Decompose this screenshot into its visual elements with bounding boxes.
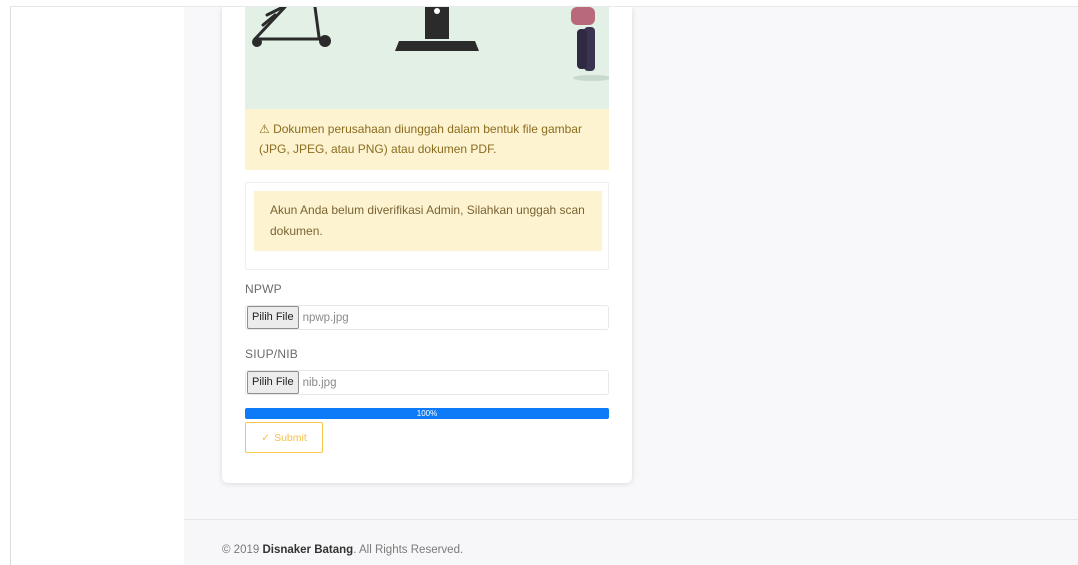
- upload-progress-bar: 100%: [245, 408, 609, 419]
- document-upload-illustration: [245, 7, 609, 109]
- upload-progress: 100%: [245, 408, 609, 419]
- siup-file-input[interactable]: Pilih File nib.jpg: [245, 370, 609, 395]
- npwp-choose-file-button[interactable]: Pilih File: [247, 306, 299, 329]
- verification-alert: Akun Anda belum diverifikasi Admin, Sila…: [254, 191, 602, 251]
- main-content: ⚠ Dokumen perusahaan diunggah dalam bent…: [184, 7, 1078, 565]
- siup-label: SIUP/NIB: [245, 347, 298, 361]
- submit-button[interactable]: ✓ Submit: [245, 422, 323, 453]
- upload-card: ⚠ Dokumen perusahaan diunggah dalam bent…: [222, 7, 632, 483]
- footer-company: Disnaker Batang: [262, 544, 354, 556]
- verification-text: Akun Anda belum diverifikasi Admin, Sila…: [270, 203, 585, 238]
- verification-alert-container: Akun Anda belum diverifikasi Admin, Sila…: [245, 182, 609, 270]
- footer: © 2019 Disnaker Batang. All Rights Reser…: [184, 519, 1078, 565]
- npwp-label: NPWP: [245, 282, 282, 296]
- siup-filename: nib.jpg: [302, 376, 337, 389]
- footer-prefix: © 2019: [222, 544, 263, 556]
- app-frame: ⚠ Dokumen perusahaan diunggah dalam bent…: [10, 6, 1078, 565]
- check-icon: ✓: [261, 431, 271, 444]
- npwp-filename: npwp.jpg: [302, 311, 349, 324]
- upload-format-alert: ⚠ Dokumen perusahaan diunggah dalam bent…: [245, 109, 609, 170]
- npwp-file-input[interactable]: Pilih File npwp.jpg: [245, 305, 609, 330]
- siup-choose-file-button[interactable]: Pilih File: [247, 371, 299, 394]
- footer-suffix: . All Rights Reserved.: [353, 544, 464, 556]
- sidebar: [11, 7, 184, 565]
- submit-label: Submit: [274, 431, 307, 444]
- upload-format-text: ⚠ Dokumen perusahaan diunggah dalam bent…: [259, 122, 582, 156]
